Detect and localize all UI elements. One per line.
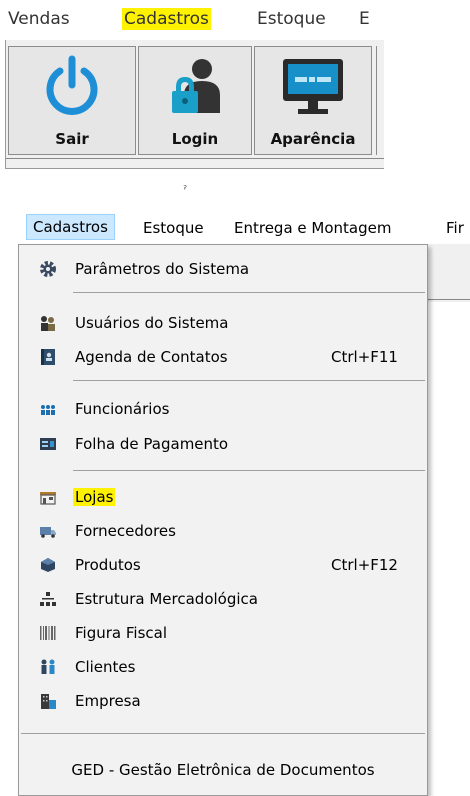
monitor-icon bbox=[283, 59, 343, 114]
top-menubar: Vendas Cadastros Estoque E bbox=[0, 0, 385, 40]
user-lock-icon bbox=[172, 59, 220, 113]
menubar: Cadastros Estoque Entrega e Montagem Fir bbox=[18, 214, 470, 244]
menu-item-label-wrap: Lojas bbox=[73, 487, 116, 507]
menu-item-label: Lojas bbox=[73, 488, 116, 506]
menu-estoque[interactable]: Estoque bbox=[143, 218, 204, 238]
sair-label: Sair bbox=[55, 130, 89, 148]
menu-separator bbox=[73, 470, 425, 471]
menu-item-usuarios[interactable]: Usuários do Sistema bbox=[19, 307, 427, 339]
menu-item-label: Funcionários bbox=[75, 400, 170, 418]
menu-item-clientes[interactable]: Clientes bbox=[19, 651, 427, 683]
aparencia-button[interactable]: Aparência bbox=[254, 46, 372, 155]
toolbar-divider bbox=[376, 46, 377, 155]
contacts-book-icon bbox=[41, 349, 55, 365]
menu-item-parametros[interactable]: Parâmetros do Sistema bbox=[19, 253, 427, 285]
main-toolbar: Sair Login Aparência bbox=[5, 40, 384, 169]
menu-item-agenda[interactable]: Agenda de Contatos Ctrl+F11 bbox=[19, 341, 427, 373]
menu-item-label: Fornecedores bbox=[75, 522, 176, 540]
toolbar-bottom-line bbox=[6, 158, 384, 159]
users-icon bbox=[41, 316, 55, 331]
gear-icon bbox=[40, 261, 56, 277]
barcode-icon bbox=[40, 626, 56, 640]
menu-item-shortcut: Ctrl+F11 bbox=[331, 348, 398, 366]
login-label: Login bbox=[171, 130, 219, 148]
employees-icon bbox=[41, 405, 55, 415]
menu-separator bbox=[21, 733, 425, 734]
menu-item-estrutura[interactable]: Estrutura Mercadológica bbox=[19, 583, 427, 615]
menu-estoque[interactable]: Estoque bbox=[257, 8, 326, 30]
menu-item-fornecedores[interactable]: Fornecedores bbox=[19, 515, 427, 547]
menu-item-figura-fiscal[interactable]: Figura Fiscal bbox=[19, 617, 427, 649]
menu-item-empresa[interactable]: Empresa bbox=[19, 685, 427, 717]
menu-entrega-montagem[interactable]: Entrega e Montagem bbox=[234, 218, 391, 238]
menu-separator bbox=[73, 292, 425, 293]
power-icon bbox=[46, 55, 98, 115]
payroll-icon bbox=[40, 438, 56, 450]
building-icon bbox=[41, 694, 56, 709]
menu-item-label: Empresa bbox=[75, 692, 141, 710]
menu-item-produtos[interactable]: Produtos Ctrl+F12 bbox=[19, 549, 427, 581]
login-button[interactable]: Login bbox=[138, 46, 252, 155]
store-icon bbox=[40, 492, 56, 505]
menu-item-label: Folha de Pagamento bbox=[75, 435, 229, 453]
menu-item-label: Parâmetros do Sistema bbox=[75, 260, 250, 278]
menu-cadastros[interactable]: Cadastros bbox=[122, 8, 211, 30]
hierarchy-icon bbox=[40, 592, 56, 606]
menu-separator bbox=[73, 380, 425, 381]
clients-icon bbox=[41, 659, 55, 674]
cadastros-dropdown-menu: Parâmetros do Sistema Usuários do Sistem… bbox=[18, 244, 428, 796]
background-divider bbox=[428, 299, 470, 300]
products-icon bbox=[41, 558, 55, 572]
sair-button[interactable]: Sair bbox=[8, 46, 136, 155]
menu-item-funcionarios[interactable]: Funcionários bbox=[19, 393, 427, 425]
stray-mark: ˀ bbox=[183, 183, 188, 196]
aparencia-label: Aparência bbox=[270, 130, 356, 148]
menu-item-ged[interactable]: GED - Gestão Eletrônica de Documentos bbox=[19, 761, 427, 779]
truck-icon bbox=[40, 527, 56, 538]
menu-truncated[interactable]: E bbox=[359, 8, 370, 30]
menu-item-label: Figura Fiscal bbox=[75, 624, 167, 642]
menu-truncated[interactable]: Fir bbox=[446, 218, 464, 238]
menu-item-label: Usuários do Sistema bbox=[75, 314, 229, 332]
menu-item-lojas[interactable]: Lojas bbox=[19, 481, 427, 513]
background-window-right bbox=[428, 244, 470, 302]
menu-cadastros-active[interactable]: Cadastros bbox=[26, 214, 115, 240]
menu-item-label: Produtos bbox=[75, 556, 141, 574]
menu-item-label: Estrutura Mercadológica bbox=[75, 590, 258, 608]
menu-item-shortcut: Ctrl+F12 bbox=[331, 556, 398, 574]
menu-item-label: Clientes bbox=[75, 658, 136, 676]
menu-item-label: Agenda de Contatos bbox=[75, 348, 228, 366]
menu-item-folha-pagamento[interactable]: Folha de Pagamento bbox=[19, 428, 427, 460]
menu-vendas[interactable]: Vendas bbox=[8, 8, 70, 30]
